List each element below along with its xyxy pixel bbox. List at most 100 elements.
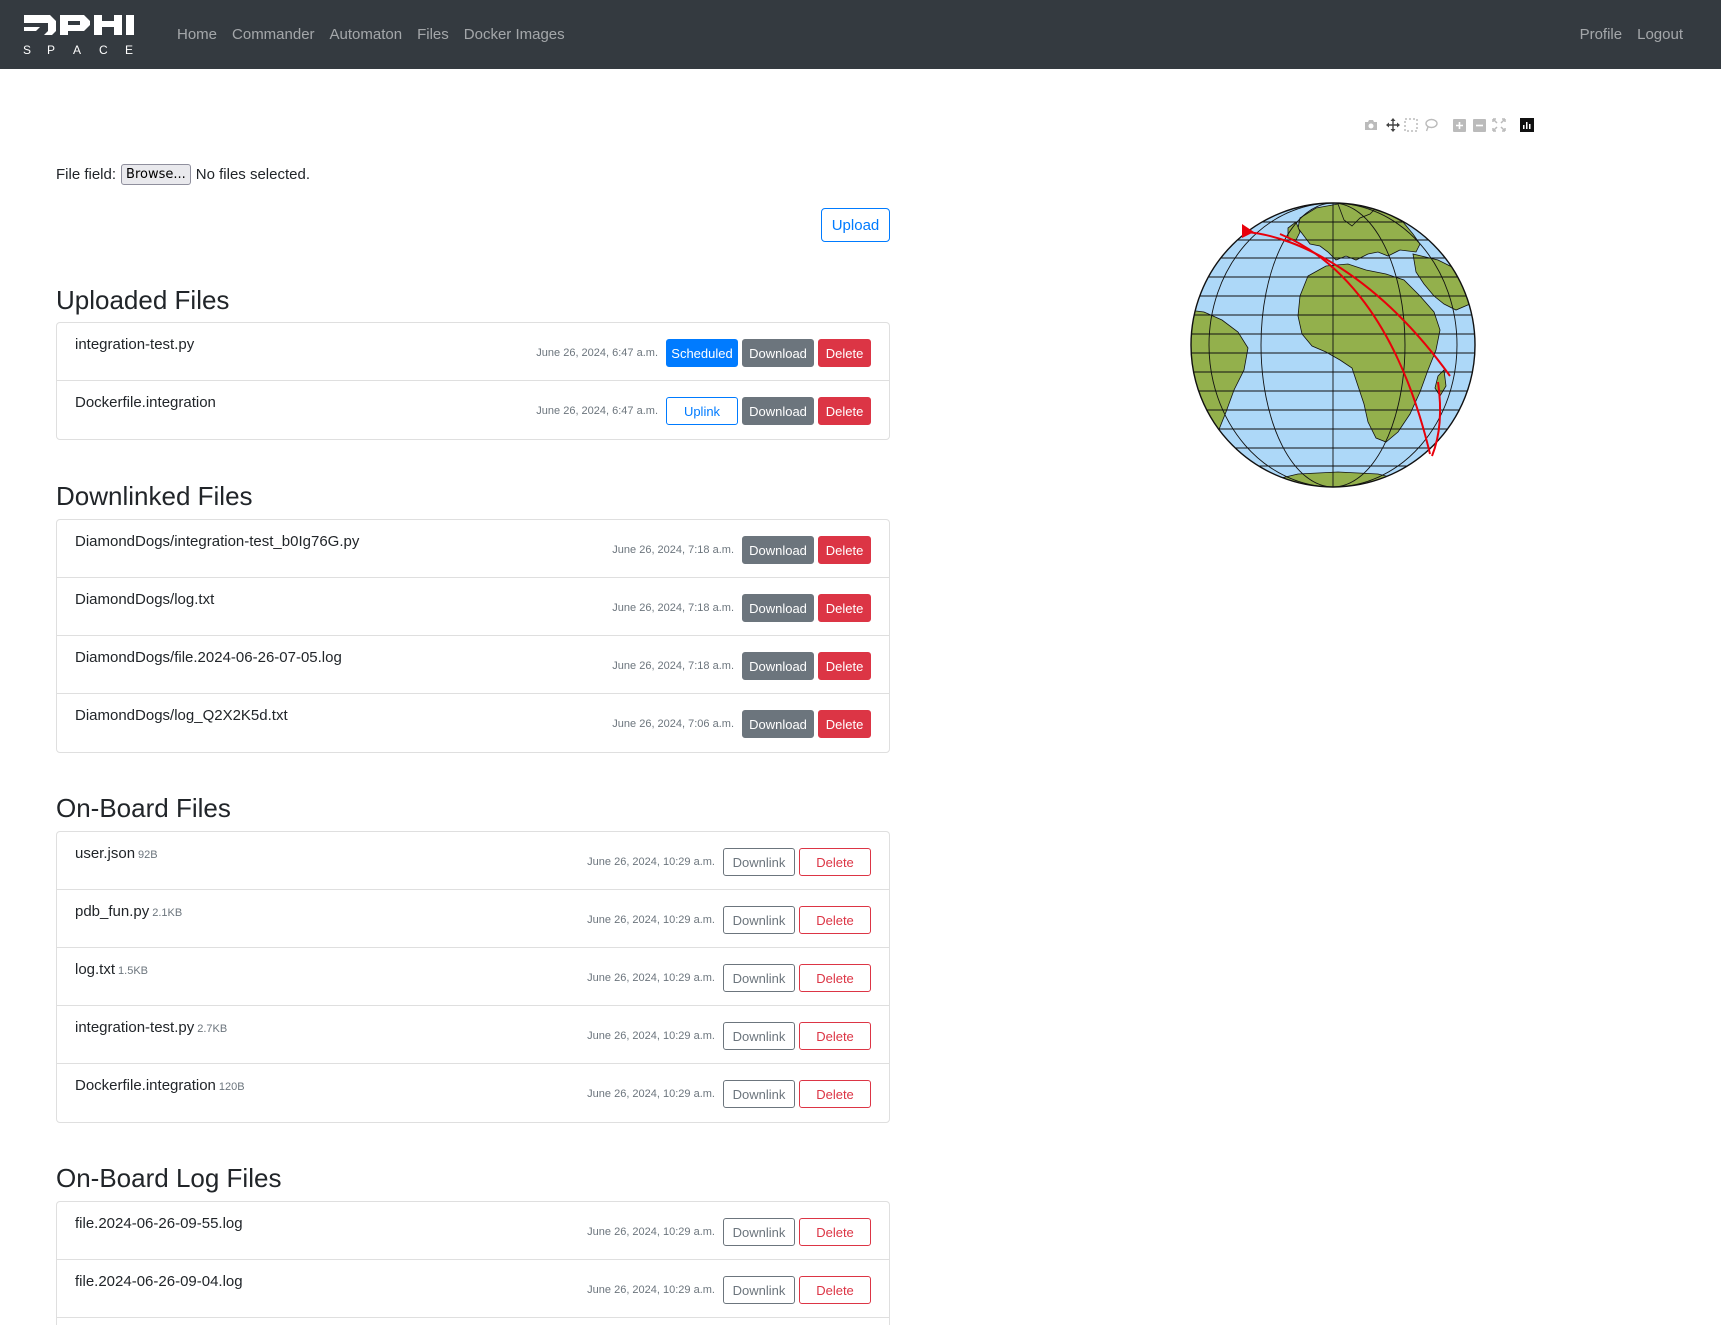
plotly-logo-icon[interactable]	[1520, 118, 1534, 132]
list-item: integration-test.py June 26, 2024, 6:47 …	[57, 323, 889, 381]
file-size: 2.1KB	[152, 907, 183, 919]
file-name: Dockerfile.integration	[75, 394, 216, 411]
nav-home[interactable]: Home	[177, 26, 217, 43]
file-name: DiamondDogs/integration-test_b0Ig76G.py	[75, 533, 360, 550]
file-name: user.json 92B	[75, 845, 158, 862]
delete-button[interactable]: Delete	[799, 1218, 871, 1246]
download-button[interactable]: Download	[742, 536, 814, 564]
lasso-icon[interactable]	[1424, 118, 1438, 132]
nav-files[interactable]: Files	[417, 26, 449, 43]
timestamp: June 26, 2024, 10:29 a.m.	[587, 1226, 715, 1238]
file-name: Dockerfile.integration 120B	[75, 1077, 245, 1094]
downlink-button[interactable]: Downlink	[723, 1022, 795, 1050]
file-name: DiamondDogs/log_Q2X2K5d.txt	[75, 707, 288, 724]
downlink-button[interactable]: Downlink	[723, 1080, 795, 1108]
file-name: DiamondDogs/file.2024-06-26-07-05.log	[75, 649, 342, 666]
timestamp: June 26, 2024, 7:18 a.m.	[612, 602, 734, 614]
timestamp: June 26, 2024, 10:29 a.m.	[587, 1284, 715, 1296]
download-button[interactable]: Download	[742, 652, 814, 680]
timestamp: June 26, 2024, 7:18 a.m.	[612, 544, 734, 556]
camera-icon[interactable]	[1364, 118, 1378, 132]
file-name: file.2024-06-26-09-55.log	[75, 1215, 243, 1232]
download-button[interactable]: Download	[742, 339, 814, 367]
download-button[interactable]: Download	[742, 397, 814, 425]
timestamp: June 26, 2024, 10:29 a.m.	[587, 1088, 715, 1100]
reset-icon[interactable]	[1492, 118, 1506, 132]
svg-text:A: A	[73, 43, 81, 57]
uploaded-files-list: integration-test.py June 26, 2024, 6:47 …	[56, 322, 890, 440]
timestamp: June 26, 2024, 10:29 a.m.	[587, 1030, 715, 1042]
delete-button[interactable]: Delete	[818, 397, 871, 425]
list-item: DiamondDogs/file.2024-06-26-07-05.log Ju…	[57, 636, 889, 694]
navbar: S P A C E Home Commander Automaton Files…	[0, 0, 1721, 69]
downlinked-files-title: Downlinked Files	[56, 481, 253, 511]
downlink-button[interactable]: Downlink	[723, 1276, 795, 1304]
delete-button[interactable]: Delete	[818, 594, 871, 622]
timestamp: June 26, 2024, 6:47 a.m.	[536, 347, 658, 359]
nav-logout[interactable]: Logout	[1637, 26, 1683, 43]
onboard-files-list: user.json 92B June 26, 2024, 10:29 a.m. D…	[56, 831, 890, 1123]
delete-button[interactable]: Delete	[799, 1276, 871, 1304]
svg-text:S: S	[23, 43, 31, 57]
user-nav: Profile Logout	[1565, 0, 1683, 69]
list-item: DiamondDogs/integration-test_b0Ig76G.py …	[57, 520, 889, 578]
upload-button[interactable]: Upload	[821, 208, 890, 242]
file-status: No files selected.	[195, 166, 310, 183]
file-name: file.2024-06-26-09-04.log	[75, 1273, 243, 1290]
pan-icon[interactable]	[1386, 118, 1400, 132]
list-item: integration-test.py 2.7KB June 26, 2024, …	[57, 1006, 889, 1064]
dphi-space-logo[interactable]: S P A C E	[22, 12, 142, 58]
file-name: integration-test.py	[75, 336, 195, 353]
delete-button[interactable]: Delete	[818, 536, 871, 564]
list-item: file.2024-06-26-09-04.log June 26, 2024,…	[57, 1260, 889, 1318]
downlink-button[interactable]: Downlink	[723, 848, 795, 876]
zoom-in-icon[interactable]	[1452, 118, 1466, 132]
file-field-label: File field:	[56, 166, 117, 183]
file-size: 2.7KB	[197, 1023, 228, 1035]
satellite-track-globe[interactable]	[1188, 200, 1478, 490]
delete-button[interactable]: Delete	[799, 1080, 871, 1108]
nav-automaton[interactable]: Automaton	[330, 26, 403, 43]
file-name: DiamondDogs/log.txt	[75, 591, 215, 608]
svg-text:P: P	[47, 43, 55, 57]
nav-docker-images[interactable]: Docker Images	[464, 26, 565, 43]
browse-button[interactable]: Browse...	[121, 164, 191, 185]
nav-commander[interactable]: Commander	[232, 26, 315, 43]
box-select-icon[interactable]	[1404, 118, 1418, 132]
list-item: log.txt 1.5KB June 26, 2024, 10:29 a.m. D…	[57, 948, 889, 1006]
uplink-button[interactable]: Uplink	[666, 397, 738, 425]
zoom-out-icon[interactable]	[1472, 118, 1486, 132]
timestamp: June 26, 2024, 10:29 a.m.	[587, 972, 715, 984]
delete-button[interactable]: Delete	[799, 1022, 871, 1050]
list-item: Dockerfile.integration June 26, 2024, 6:…	[57, 381, 889, 439]
downlink-button[interactable]: Downlink	[723, 964, 795, 992]
timestamp: June 26, 2024, 7:18 a.m.	[612, 660, 734, 672]
downlink-button[interactable]: Downlink	[723, 1218, 795, 1246]
file-size: 92B	[138, 849, 158, 861]
delete-button[interactable]: Delete	[818, 652, 871, 680]
onboard-log-files-list: file.2024-06-26-09-55.log June 26, 2024,…	[56, 1201, 890, 1325]
file-field: File field: Browse... No files selected.	[56, 164, 310, 185]
file-name: integration-test.py 2.7KB	[75, 1019, 228, 1036]
list-item: file.2024-06-26-09-55.log June 26, 2024,…	[57, 1202, 889, 1260]
timestamp: June 26, 2024, 10:29 a.m.	[587, 914, 715, 926]
scheduled-button[interactable]: Scheduled	[666, 339, 738, 367]
delete-button[interactable]: Delete	[799, 964, 871, 992]
timestamp: June 26, 2024, 6:47 a.m.	[536, 405, 658, 417]
downlink-button[interactable]: Downlink	[723, 906, 795, 934]
delete-button[interactable]: Delete	[799, 906, 871, 934]
nav-profile[interactable]: Profile	[1580, 26, 1623, 43]
timestamp: June 26, 2024, 7:06 a.m.	[612, 718, 734, 730]
list-item: DiamondDogs/log_Q2X2K5d.txt June 26, 202…	[57, 694, 889, 752]
list-item: DiamondDogs/log.txt June 26, 2024, 7:18 …	[57, 578, 889, 636]
download-button[interactable]: Download	[742, 710, 814, 738]
delete-button[interactable]: Delete	[818, 710, 871, 738]
list-item: Dockerfile.integration 120B June 26, 2024…	[57, 1064, 889, 1122]
uploaded-files-title: Uploaded Files	[56, 285, 230, 315]
file-size: 120B	[218, 1081, 245, 1093]
delete-button[interactable]: Delete	[818, 339, 871, 367]
delete-button[interactable]: Delete	[799, 848, 871, 876]
file-name: pdb_fun.py 2.1KB	[75, 903, 183, 920]
download-button[interactable]: Download	[742, 594, 814, 622]
list-item: user.json 92B June 26, 2024, 10:29 a.m. D…	[57, 832, 889, 890]
